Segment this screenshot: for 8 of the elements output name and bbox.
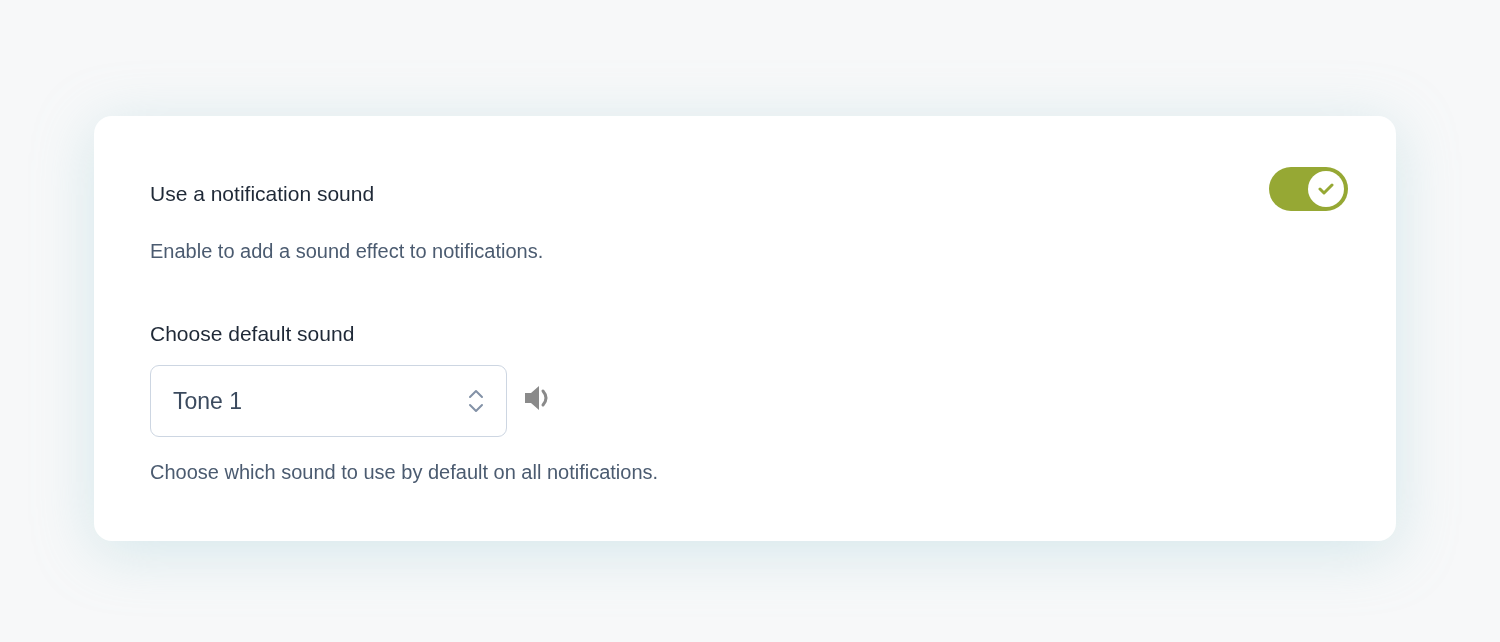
setting-description: Enable to add a sound effect to notifications. [150,238,544,264]
toggle-switch[interactable] [1269,167,1348,211]
setting-description: Choose which sound to use by default on all notifications. [150,460,660,485]
chevron-icon [468,388,484,414]
setting-title: Choose default sound [150,320,356,347]
sound-select[interactable]: Tone 1 [150,365,507,437]
check-icon [1318,183,1334,195]
setting-title: Use a notification sound [150,181,376,207]
